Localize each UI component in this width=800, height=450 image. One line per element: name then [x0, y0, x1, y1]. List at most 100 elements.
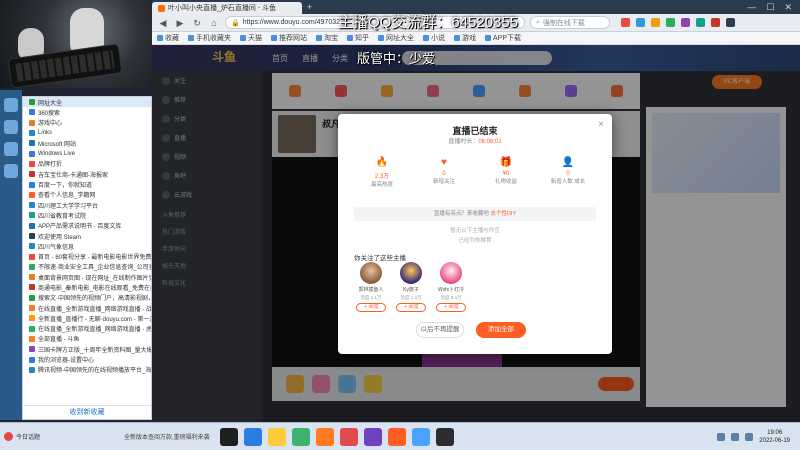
app-icon[interactable] [268, 427, 286, 446]
favorite-item[interactable]: Microsoft 网站 [23, 138, 151, 148]
favorite-item[interactable]: Links [23, 128, 151, 138]
follow-card: 郭林摸鱼人 热度 1.1万 + 添加 [354, 262, 388, 312]
favorite-item[interactable]: 我的浏览器-设置中心 [23, 354, 151, 364]
bookmark-item[interactable]: APP下载 [485, 33, 521, 43]
maximize-icon[interactable]: ☐ [766, 2, 774, 13]
bookmark-item[interactable]: 推荐网站 [271, 33, 307, 43]
bookmark-item[interactable]: 小说 [423, 33, 445, 43]
dont-remind-button[interactable]: 以后不再提醒 [416, 322, 464, 338]
toolbar-icon[interactable] [711, 18, 720, 27]
add-follow-button[interactable]: + 添加 [396, 303, 426, 312]
favorite-icon [29, 119, 35, 126]
favorite-item[interactable]: APP产品需求说明书 - 百度文库 [23, 221, 151, 231]
favorite-label: 查看个人信息_学籍网 [38, 193, 96, 200]
app-icon[interactable] [388, 427, 406, 446]
app-icon[interactable] [292, 427, 310, 446]
volume-icon[interactable] [731, 432, 740, 441]
close-window-icon[interactable]: ✕ [784, 2, 792, 13]
app-icon[interactable] [244, 427, 262, 446]
favorite-item[interactable]: 四川省教育考试院 [23, 210, 151, 220]
favorite-item[interactable]: 欢迎使用 Steam [23, 231, 151, 241]
new-tab-icon[interactable]: + [307, 2, 312, 12]
news-ticker[interactable]: 全新版本查阅万款,重磅福利来袭 [124, 432, 214, 441]
browser-tab[interactable]: 叶小叫小央直播_炉石直播间 - 斗鱼 [152, 2, 302, 14]
stat-label: 礼物收益 [494, 179, 517, 185]
favorite-item[interactable]: 全新直播_直播行 - 无聊·douyu.com - 第一游戏 [23, 313, 151, 323]
bookmark-icon [347, 35, 353, 41]
bookmark-item[interactable]: 游戏 [454, 33, 476, 43]
favorite-item[interactable]: 在线直播_全新游戏直播_网络游戏直播 - 战旗直播 [23, 303, 151, 313]
favorite-item[interactable]: 桌面背景网页图 - 现在网址_在线制作图片完图片在线 [23, 272, 151, 282]
bookmark-item[interactable]: 收藏 [157, 33, 179, 43]
input-method-icon[interactable] [745, 432, 754, 441]
home-icon[interactable]: ⌂ [208, 17, 220, 29]
toolbar-icon[interactable] [696, 18, 705, 27]
bookmark-item[interactable]: 淘宝 [316, 33, 338, 43]
favorite-item[interactable]: 三国卡牌方正版_十周年全新资料图_量大爆率鹅 [23, 344, 151, 354]
avatar[interactable] [360, 262, 382, 284]
toolbar-icon[interactable] [621, 18, 630, 27]
browser-search[interactable]: ⌕ 强制在线下载 [530, 16, 610, 29]
bookmark-item[interactable]: 手机收藏夹 [188, 33, 231, 43]
share-link[interactable]: 去个性DIY [490, 211, 516, 217]
avatar[interactable] [440, 262, 462, 284]
toolbar-icon[interactable] [636, 18, 645, 27]
bookmark-icon [378, 35, 384, 41]
back-icon[interactable]: ◀ [157, 17, 169, 29]
favorite-item[interactable]: 在线直播_全新游戏直播_网络游戏直播 - 虎牙直播 [23, 324, 151, 334]
add-follow-button[interactable]: + 添加 [356, 303, 386, 312]
favorite-item[interactable]: 游戏中心 [23, 118, 151, 128]
follow-all-button[interactable]: 添加全部 [476, 322, 526, 338]
app-icon[interactable] [340, 427, 358, 446]
clock[interactable]: 19:06 2022-06-19 [759, 429, 790, 445]
desktop-icon[interactable] [4, 98, 18, 112]
favorite-item[interactable]: 腾讯视频-中国领先的在线视频播放平台_海量高清 [23, 365, 151, 375]
app-icon[interactable] [412, 427, 430, 446]
stats-row: 🔥 2.3万 最高热度 ♥ 0 新增关注 🎁 ¥0 礼物收益 👤 0 新增人数 … [358, 156, 592, 189]
favorite-item[interactable]: 品牌打折 [23, 159, 151, 169]
refresh-icon[interactable]: ↻ [191, 17, 203, 29]
hint-line-2: 已经为你推荐 [458, 238, 492, 244]
bookmark-item[interactable]: 知乎 [347, 33, 369, 43]
desktop-icon[interactable] [4, 142, 18, 156]
toolbar-icon[interactable] [651, 18, 660, 27]
favorite-item[interactable]: 百度一下，你就知道 [23, 179, 151, 189]
favorite-item[interactable]: 吉车宝仕商-卡通图-海报家 [23, 169, 151, 179]
minimize-icon[interactable]: — [747, 2, 756, 13]
news-widget[interactable]: 今日话题 [0, 429, 124, 445]
favorite-item[interactable]: 搜索文·中国领先的视频门户，高清影视剧，网络视 [23, 293, 151, 303]
favorite-icon [29, 253, 35, 260]
favorite-item[interactable]: 首页 - 60套视分享 - 最新电影电影世界免费下载 [23, 251, 151, 261]
menu-icon[interactable] [726, 18, 735, 27]
qq-icon[interactable] [220, 427, 238, 446]
favorite-item[interactable]: 全部直播 - 斗鱼 [23, 334, 151, 344]
toolbar-icon[interactable] [666, 18, 675, 27]
favorite-label: 游戏中心 [38, 121, 63, 128]
favorites-footer[interactable]: 收到新收藏 [23, 405, 151, 419]
app-icon[interactable] [436, 427, 454, 446]
favorite-item[interactable]: 四川理工大学学习平台 [23, 200, 151, 210]
favorite-item[interactable]: 四川气象信息 [23, 241, 151, 251]
desktop-icon[interactable] [4, 120, 18, 134]
stat-value: 2.3万 [374, 174, 390, 180]
favorite-item[interactable]: 不限速·商业安全工具_企业信息查询_公司查询_工商 [23, 262, 151, 272]
taskbar: 今日话题 全新版本查阅万款,重磅福利来袭 19:06 2022-06-19 [0, 422, 800, 450]
favorite-item[interactable]: Windows Live [23, 148, 151, 158]
favorite-item[interactable]: 查看个人信息_学籍网 [23, 190, 151, 200]
favorite-item[interactable]: 商通电影_秦新电影_电影在线观看_免费在线下载_ [23, 282, 151, 292]
favorite-item[interactable]: 360搜索 [23, 107, 151, 117]
desktop-icon[interactable] [4, 164, 18, 178]
bookmark-label: 天猫 [248, 35, 262, 42]
forward-icon[interactable]: ▶ [174, 17, 186, 29]
favorite-item[interactable]: 网址大全 [23, 97, 151, 108]
avatar[interactable] [400, 262, 422, 284]
add-follow-button[interactable]: + 添加 [436, 303, 466, 312]
douyu-app-icon[interactable] [316, 427, 334, 446]
toolbar-icon[interactable] [681, 18, 690, 27]
app-icon[interactable] [364, 427, 382, 446]
favorite-icon [29, 202, 35, 209]
bookmark-item[interactable]: 网址大全 [378, 33, 414, 43]
network-icon[interactable] [717, 432, 726, 441]
desktop-icons [0, 90, 22, 420]
bookmark-item[interactable]: 天猫 [240, 33, 262, 43]
